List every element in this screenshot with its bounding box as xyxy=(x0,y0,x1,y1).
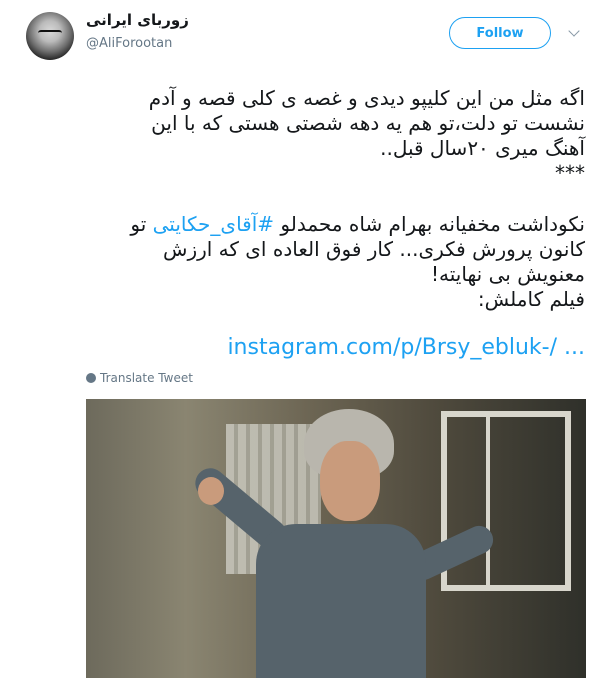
media-person-hand xyxy=(198,477,224,505)
media-person-body xyxy=(256,524,426,678)
avatar[interactable] xyxy=(26,12,74,60)
tweet-line: نکوداشت مخفیانه بهرام شاه محمدلو #آقای_ح… xyxy=(24,212,585,237)
follow-button[interactable]: Follow xyxy=(449,17,551,49)
tweet-text-paragraph-2: نکوداشت مخفیانه بهرام شاه محمدلو #آقای_ح… xyxy=(24,212,585,312)
tweet-line: نشست تو دلت،تو هم یه دهه شصتی هستی که با… xyxy=(151,111,585,135)
tweet-text-segment: تو xyxy=(130,212,153,236)
tweet-video-thumbnail[interactable] xyxy=(86,399,586,678)
globe-icon xyxy=(86,373,96,383)
translate-tweet[interactable]: Translate Tweet xyxy=(86,371,193,385)
user-display-name[interactable]: زوربای ایرانی xyxy=(86,11,189,29)
user-handle[interactable]: @AliForootan xyxy=(86,36,172,51)
tweet-link[interactable]: instagram.com/p/Brsy_ebluk-/ ... xyxy=(24,334,585,362)
tweet-text-paragraph-1: اگه مثل من این کلیپو دیدی و غصه ی کلی قص… xyxy=(24,86,585,186)
avatar-glasses xyxy=(38,30,62,39)
media-person-face xyxy=(320,441,380,521)
translate-label: Translate Tweet xyxy=(100,371,193,385)
tweet-line: کانون پرورش فکری... کار فوق العاده ای که… xyxy=(163,237,585,261)
tweet-line: فیلم کاملش: xyxy=(477,287,585,311)
tweet-text-segment: نکوداشت مخفیانه بهرام شاه محمدلو xyxy=(274,212,585,236)
tweet-line: آهنگ میری ۲۰سال قبل.. xyxy=(380,136,585,160)
tweet-line: اگه مثل من این کلیپو دیدی و غصه ی کلی قص… xyxy=(148,86,585,110)
hashtag-link[interactable]: #آقای_حکایتی xyxy=(153,212,274,236)
tweet-line: *** xyxy=(555,161,585,185)
chevron-down-icon[interactable] xyxy=(568,25,580,37)
media-door-frame-bar xyxy=(486,411,490,591)
tweet-line: معنویش بی نهایته! xyxy=(431,262,585,286)
